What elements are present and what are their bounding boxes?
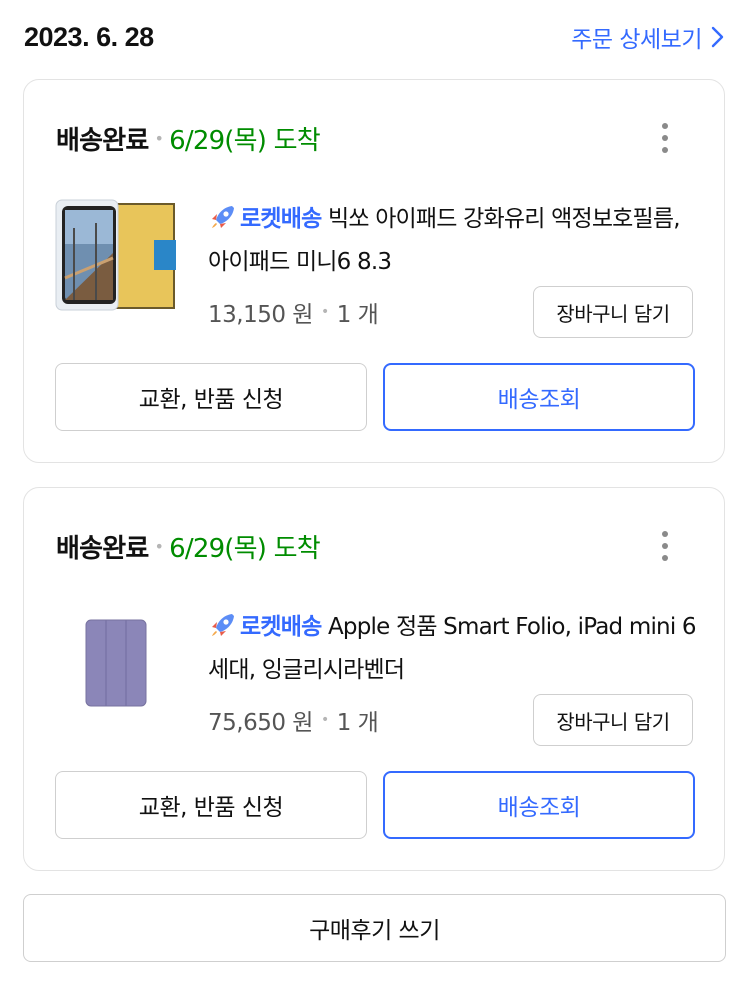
order-date: 2023. 6. 28 <box>24 21 154 52</box>
order-detail-label: 주문 상세보기 <box>571 27 702 53</box>
rocket-icon <box>212 614 234 636</box>
product-info: 로켓배송 빅쏘 아이패드 강화유리 액정보호필름, 아이패드 미니6 8.3 <box>208 198 698 284</box>
delivery-status: 배송완료 • 6/29(목) 도착 <box>56 118 321 158</box>
add-to-cart-button[interactable]: 장바구니 담기 <box>533 694 693 746</box>
product-image[interactable] <box>54 606 178 722</box>
product-quantity: 1 개 <box>336 302 379 328</box>
price-row: 75,650 원 • 1 개 <box>208 694 379 746</box>
arrival-date: 6/29(목) 도착 <box>169 125 321 156</box>
exchange-return-button[interactable]: 교환, 반품 신청 <box>55 771 367 839</box>
product-price: 13,150 원 <box>208 302 313 328</box>
more-vertical-icon <box>662 531 668 561</box>
separator-dot: • <box>154 128 164 148</box>
delivery-status: 배송완료 • 6/29(목) 도착 <box>56 526 321 566</box>
product-name[interactable]: 로켓배송 Apple 정품 Smart Folio, iPad mini 6세대… <box>208 606 698 692</box>
more-options-button[interactable] <box>652 528 678 564</box>
status-label: 배송완료 <box>56 533 149 564</box>
order-item-card: 배송완료 • 6/29(목) 도착 로켓배송 빅쏘 아이패드 강화유리 액정보호… <box>23 79 725 463</box>
screen-protector-image <box>55 199 176 311</box>
order-item-card: 배송완료 • 6/29(목) 도착 로켓배송 Apple 정품 Smart Fo… <box>23 487 725 871</box>
product-price: 75,650 원 <box>208 710 313 736</box>
track-delivery-button[interactable]: 배송조회 <box>383 771 695 839</box>
product-name[interactable]: 로켓배송 빅쏘 아이패드 강화유리 액정보호필름, 아이패드 미니6 8.3 <box>208 198 698 284</box>
price-row: 13,150 원 • 1 개 <box>208 286 379 338</box>
product-quantity: 1 개 <box>336 710 379 736</box>
rocket-delivery-label: 로켓배송 <box>240 614 322 640</box>
status-label: 배송완료 <box>56 125 149 156</box>
rocket-delivery-badge: 로켓배송 <box>208 614 322 640</box>
rocket-delivery-label: 로켓배송 <box>240 206 322 232</box>
rocket-delivery-badge: 로켓배송 <box>208 206 322 232</box>
product-image[interactable] <box>54 198 178 314</box>
rocket-icon <box>212 206 234 228</box>
separator-dot: • <box>320 304 329 320</box>
track-delivery-button[interactable]: 배송조회 <box>383 363 695 431</box>
smart-folio-image <box>85 619 147 707</box>
separator-dot: • <box>154 536 164 556</box>
order-detail-link[interactable]: 주문 상세보기 <box>571 20 726 54</box>
chevron-right-icon <box>711 26 724 48</box>
write-review-button[interactable]: 구매후기 쓰기 <box>23 894 726 962</box>
add-to-cart-button[interactable]: 장바구니 담기 <box>533 286 693 338</box>
order-header: 2023. 6. 28 주문 상세보기 <box>24 14 726 60</box>
product-info: 로켓배송 Apple 정품 Smart Folio, iPad mini 6세대… <box>208 606 698 692</box>
separator-dot: • <box>320 712 329 728</box>
arrival-date: 6/29(목) 도착 <box>169 533 321 564</box>
exchange-return-button[interactable]: 교환, 반품 신청 <box>55 363 367 431</box>
more-vertical-icon <box>662 123 668 153</box>
more-options-button[interactable] <box>652 120 678 156</box>
